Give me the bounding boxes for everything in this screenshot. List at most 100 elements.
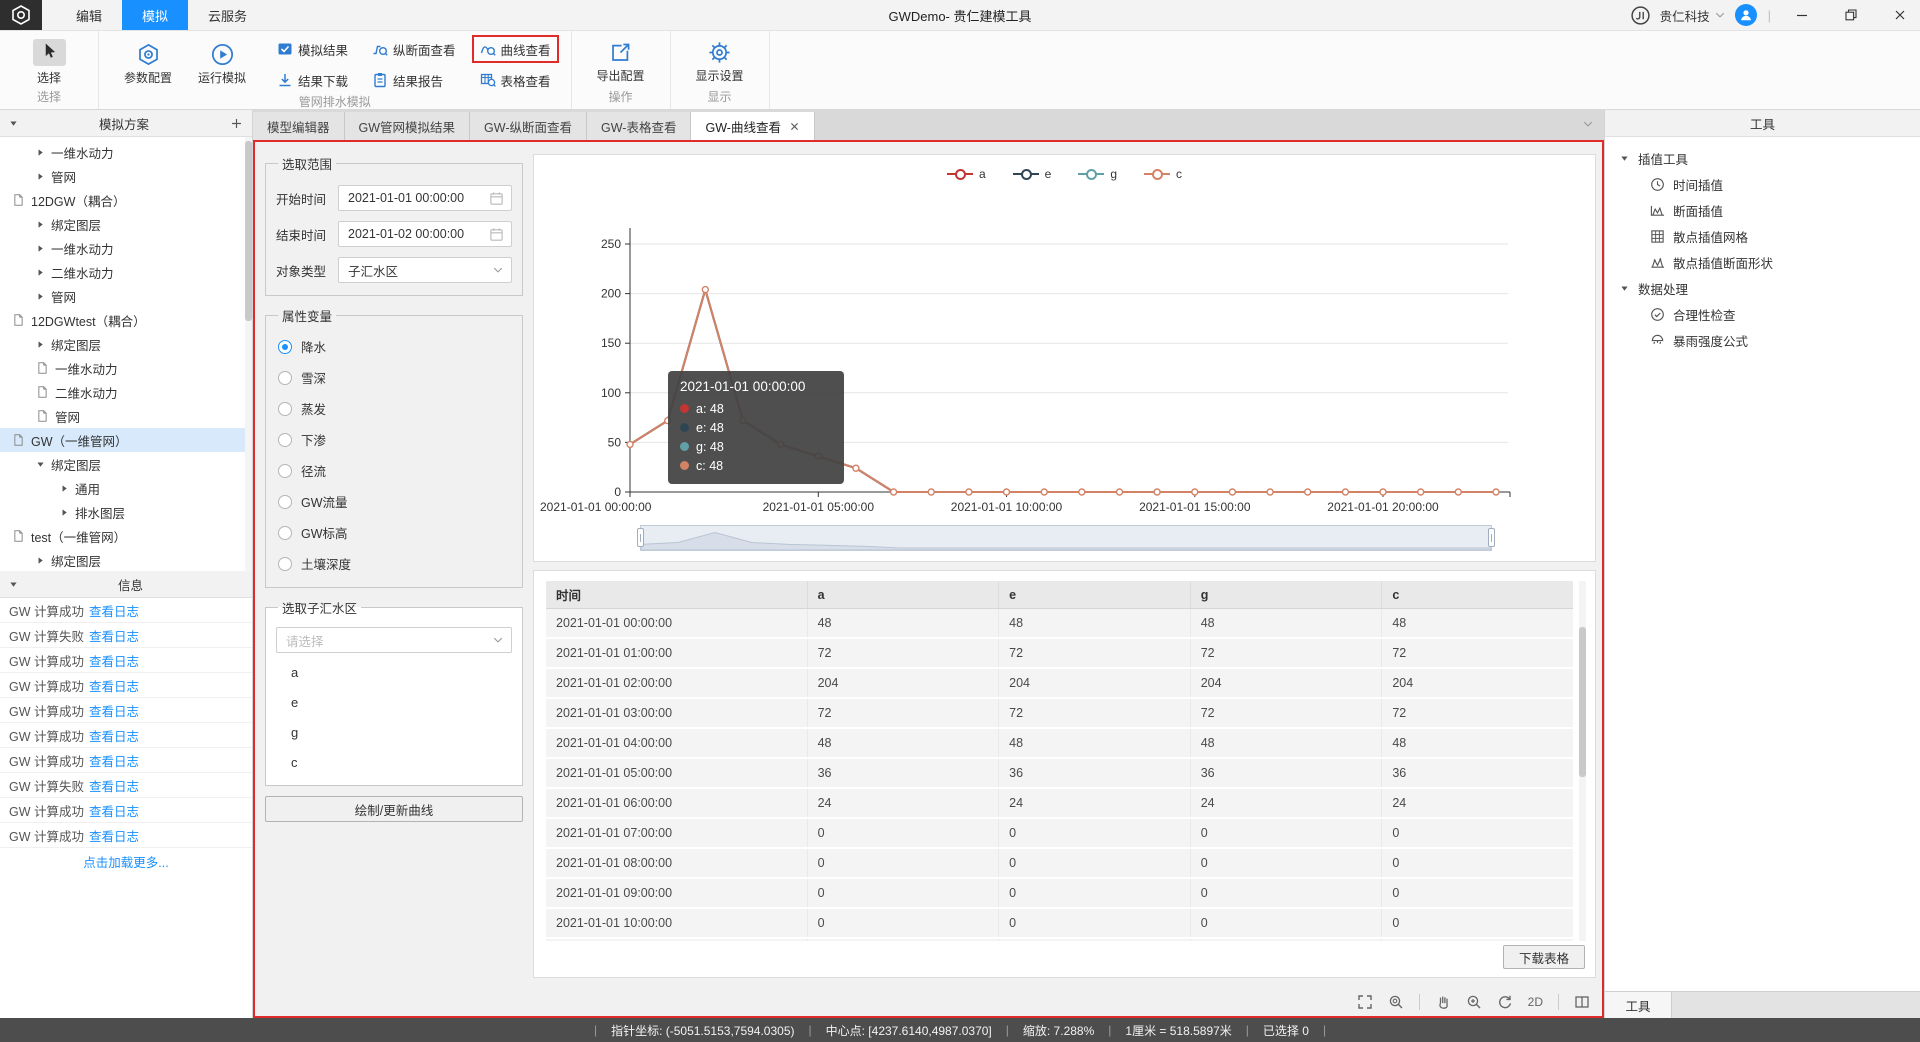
datazoom-handle-left[interactable] — [637, 528, 644, 547]
split-view-icon[interactable] — [1574, 994, 1590, 1010]
view-log-link[interactable]: 查看日志 — [89, 776, 139, 795]
tree-item[interactable]: 排水图层 — [0, 500, 252, 524]
menu-item[interactable]: 模拟 — [122, 0, 188, 30]
result-report-button[interactable]: 结果报告 — [364, 66, 464, 94]
zoom-reset-icon[interactable] — [1388, 994, 1404, 1010]
variable-radio-option[interactable]: 土壤深度 — [276, 548, 512, 579]
document-tab[interactable]: GW管网模拟结果 — [345, 112, 471, 140]
tool-item[interactable]: 暴雨强度公式 — [1605, 327, 1920, 353]
curve-view-button[interactable]: 曲线查看 — [472, 35, 559, 63]
sim-result-button[interactable]: 模拟结果 — [269, 35, 356, 63]
table-row[interactable]: 2021-01-01 08:00:000000 — [546, 848, 1573, 878]
table-row[interactable]: 2021-01-01 06:00:0024242424 — [546, 788, 1573, 818]
tree-item[interactable]: 管网 — [0, 164, 252, 188]
tree-item[interactable]: GW（一维管网） — [0, 428, 252, 452]
variable-radio-option[interactable]: GW标高 — [276, 517, 512, 548]
restore-button[interactable] — [1831, 0, 1871, 30]
view-log-link[interactable]: 查看日志 — [89, 651, 139, 670]
tool-item[interactable]: 断面插值 — [1605, 197, 1920, 223]
subcatchment-option[interactable]: g — [276, 717, 512, 747]
subcatchment-option[interactable]: a — [276, 657, 512, 687]
datazoom-slider[interactable] — [640, 525, 1492, 551]
table-view-button[interactable]: 表格查看 — [472, 66, 559, 94]
table-col-header[interactable]: g — [1190, 581, 1382, 609]
result-download-button[interactable]: 结果下载 — [269, 66, 356, 94]
variable-radio-option[interactable]: 蒸发 — [276, 393, 512, 424]
tree-scrollbar[interactable] — [245, 137, 252, 571]
tool-group-header[interactable]: 插值工具 — [1605, 145, 1920, 171]
tree-item[interactable]: 二维水动力 — [0, 260, 252, 284]
tree-item[interactable]: 绑定图层 — [0, 452, 252, 476]
tree-item[interactable]: 一维水动力 — [0, 356, 252, 380]
end-time-input[interactable]: 2021-01-02 00:00:00 — [338, 221, 512, 247]
tree-item[interactable]: test（一维管网） — [0, 524, 252, 548]
run-simulation-button[interactable]: 运行模拟 — [185, 43, 259, 86]
add-scheme-button[interactable] — [230, 117, 243, 130]
tree-item[interactable]: 12DGW（耦合） — [0, 188, 252, 212]
avatar[interactable] — [1735, 4, 1757, 26]
start-time-input[interactable]: 2021-01-01 00:00:00 — [338, 185, 512, 211]
document-tab[interactable]: 模型编辑器 — [253, 112, 345, 140]
tool-item[interactable]: 合理性检查 — [1605, 301, 1920, 327]
tree-item[interactable]: 二维水动力 — [0, 380, 252, 404]
tab-close-icon[interactable] — [789, 121, 800, 132]
subcatchment-select[interactable]: 请选择 — [276, 627, 512, 653]
tree-item[interactable]: 绑定图层 — [0, 332, 252, 356]
tree-item[interactable]: 通用 — [0, 476, 252, 500]
variable-radio-option[interactable]: 降水 — [276, 331, 512, 362]
draw-update-curve-button[interactable]: 绘制/更新曲线 — [265, 796, 523, 822]
tree-item[interactable]: 绑定图层 — [0, 212, 252, 236]
object-type-select[interactable]: 子汇水区 — [338, 257, 512, 283]
company-menu[interactable]: 贵仁科技 — [1660, 6, 1726, 25]
view-log-link[interactable]: 查看日志 — [89, 676, 139, 695]
tool-group-header[interactable]: 数据处理 — [1605, 275, 1920, 301]
legend-item[interactable]: e — [1013, 167, 1052, 181]
fullscreen-icon[interactable] — [1357, 994, 1373, 1010]
table-row[interactable]: 2021-01-01 04:00:0048484848 — [546, 728, 1573, 758]
tree-scrollbar-thumb[interactable] — [245, 141, 252, 321]
table-row[interactable]: 2021-01-01 00:00:0048484848 — [546, 609, 1573, 639]
param-config-button[interactable]: 参数配置 — [111, 43, 185, 86]
legend-item[interactable]: c — [1144, 167, 1182, 181]
tree-item[interactable]: 管网 — [0, 404, 252, 428]
variable-radio-option[interactable]: 径流 — [276, 455, 512, 486]
menu-item[interactable]: 云服务 — [188, 0, 267, 30]
subcatchment-option[interactable]: e — [276, 687, 512, 717]
tool-item[interactable]: 时间插值 — [1605, 171, 1920, 197]
view-log-link[interactable]: 查看日志 — [89, 726, 139, 745]
variable-radio-option[interactable]: 雪深 — [276, 362, 512, 393]
table-row[interactable]: 2021-01-01 11:00:000000 — [546, 938, 1573, 941]
zoom-in-icon[interactable] — [1466, 994, 1482, 1010]
section-view-button[interactable]: 纵断面查看 — [364, 35, 464, 63]
document-tab[interactable]: GW-纵断面查看 — [470, 112, 587, 140]
view-log-link[interactable]: 查看日志 — [89, 826, 139, 845]
table-row[interactable]: 2021-01-01 05:00:0036363636 — [546, 758, 1573, 788]
tree-item[interactable]: 12DGWtest（耦合） — [0, 308, 252, 332]
table-scrollbar-thumb[interactable] — [1579, 627, 1586, 777]
legend-item[interactable]: a — [947, 167, 986, 181]
tab-overflow-chevron[interactable] — [1582, 118, 1594, 130]
download-table-button[interactable]: 下载表格 — [1503, 945, 1585, 969]
select-tool-button[interactable]: 选择 — [12, 39, 86, 86]
refresh-icon[interactable] — [1497, 994, 1513, 1010]
datazoom-handle-right[interactable] — [1488, 528, 1495, 547]
table-row[interactable]: 2021-01-01 09:00:000000 — [546, 878, 1573, 908]
table-col-header[interactable]: a — [807, 581, 999, 609]
document-tab[interactable]: GW-曲线查看 — [691, 112, 814, 140]
export-config-button[interactable]: 导出配置 — [584, 41, 658, 84]
view-log-link[interactable]: 查看日志 — [89, 626, 139, 645]
load-more-link[interactable]: 点击加载更多... — [0, 848, 252, 874]
variable-radio-option[interactable]: GW流量 — [276, 486, 512, 517]
view-log-link[interactable]: 查看日志 — [89, 601, 139, 620]
view-log-link[interactable]: 查看日志 — [89, 751, 139, 770]
subcatchment-option[interactable]: c — [276, 747, 512, 777]
variable-radio-option[interactable]: 下渗 — [276, 424, 512, 455]
tools-dock-tab[interactable]: 工具 — [1605, 992, 1672, 1018]
mode-2d-toggle[interactable]: 2D — [1528, 995, 1543, 1009]
table-row[interactable]: 2021-01-01 01:00:0072727272 — [546, 638, 1573, 668]
pan-hand-icon[interactable] — [1435, 994, 1451, 1010]
table-col-header[interactable]: e — [999, 581, 1191, 609]
table-row[interactable]: 2021-01-01 03:00:0072727272 — [546, 698, 1573, 728]
tree-item[interactable]: 一维水动力 — [0, 140, 252, 164]
caret-down-icon[interactable] — [9, 119, 18, 128]
